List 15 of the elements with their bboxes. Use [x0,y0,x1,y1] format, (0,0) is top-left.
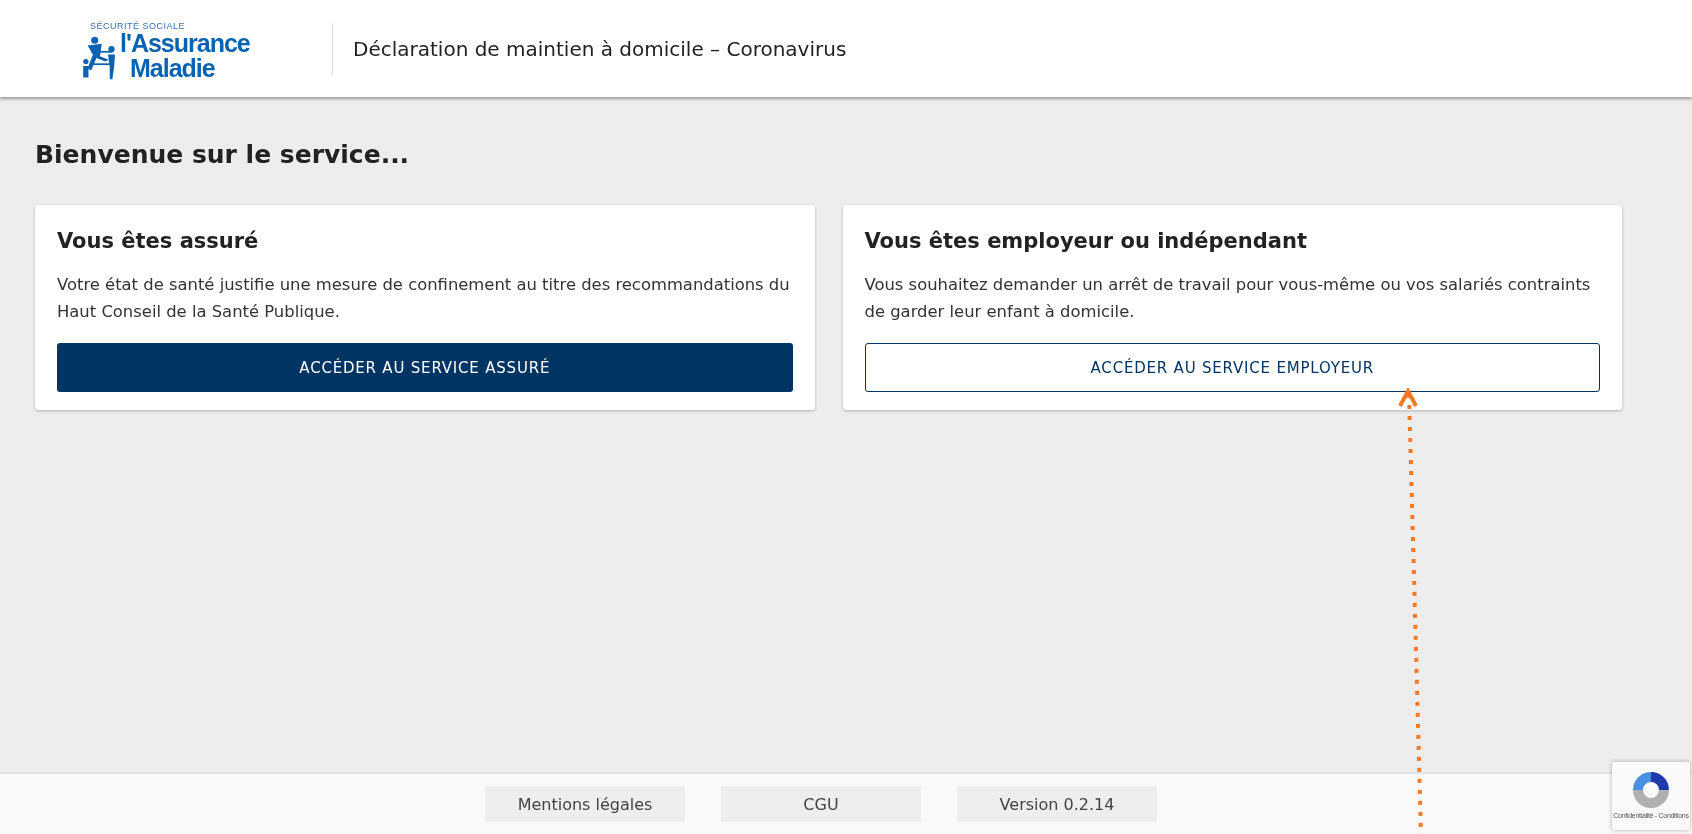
logo-wordmark: Maladie [130,55,215,81]
welcome-heading: Bienvenue sur le service... [35,140,411,169]
access-service-button[interactable]: ACCÉDER AU SERVICE ASSURÉ [57,343,793,392]
footer-link[interactable]: Version 0.2.14 [957,786,1157,822]
card-title: Vous êtes assuré [57,229,260,253]
people-figures-icon [82,34,118,81]
access-service-button[interactable]: ACCÉDER AU SERVICE EMPLOYEUR [864,343,1600,392]
card-description: Vous souhaitez demander un arrêt de travail pour vous-même ou vos salariés contraints de garder leur enfant à domicile. [864,274,1592,323]
logo-tagline: SÉCURITÉ SOCIALE [90,20,186,31]
footer-link[interactable]: Mentions légales [485,786,685,822]
card-title: Vous êtes employeur ou indépendant [864,229,1308,253]
footer-link[interactable]: CGU [721,786,921,822]
page-title: Déclaration de maintien à domicile – Coronavirus [353,36,847,61]
card-description: Votre état de santé justifie une mesure de confinement au titre des recommandations du Haut Conseil de la Santé Publique. [57,274,791,323]
logo-wordmark: l'Assurance [120,30,250,56]
